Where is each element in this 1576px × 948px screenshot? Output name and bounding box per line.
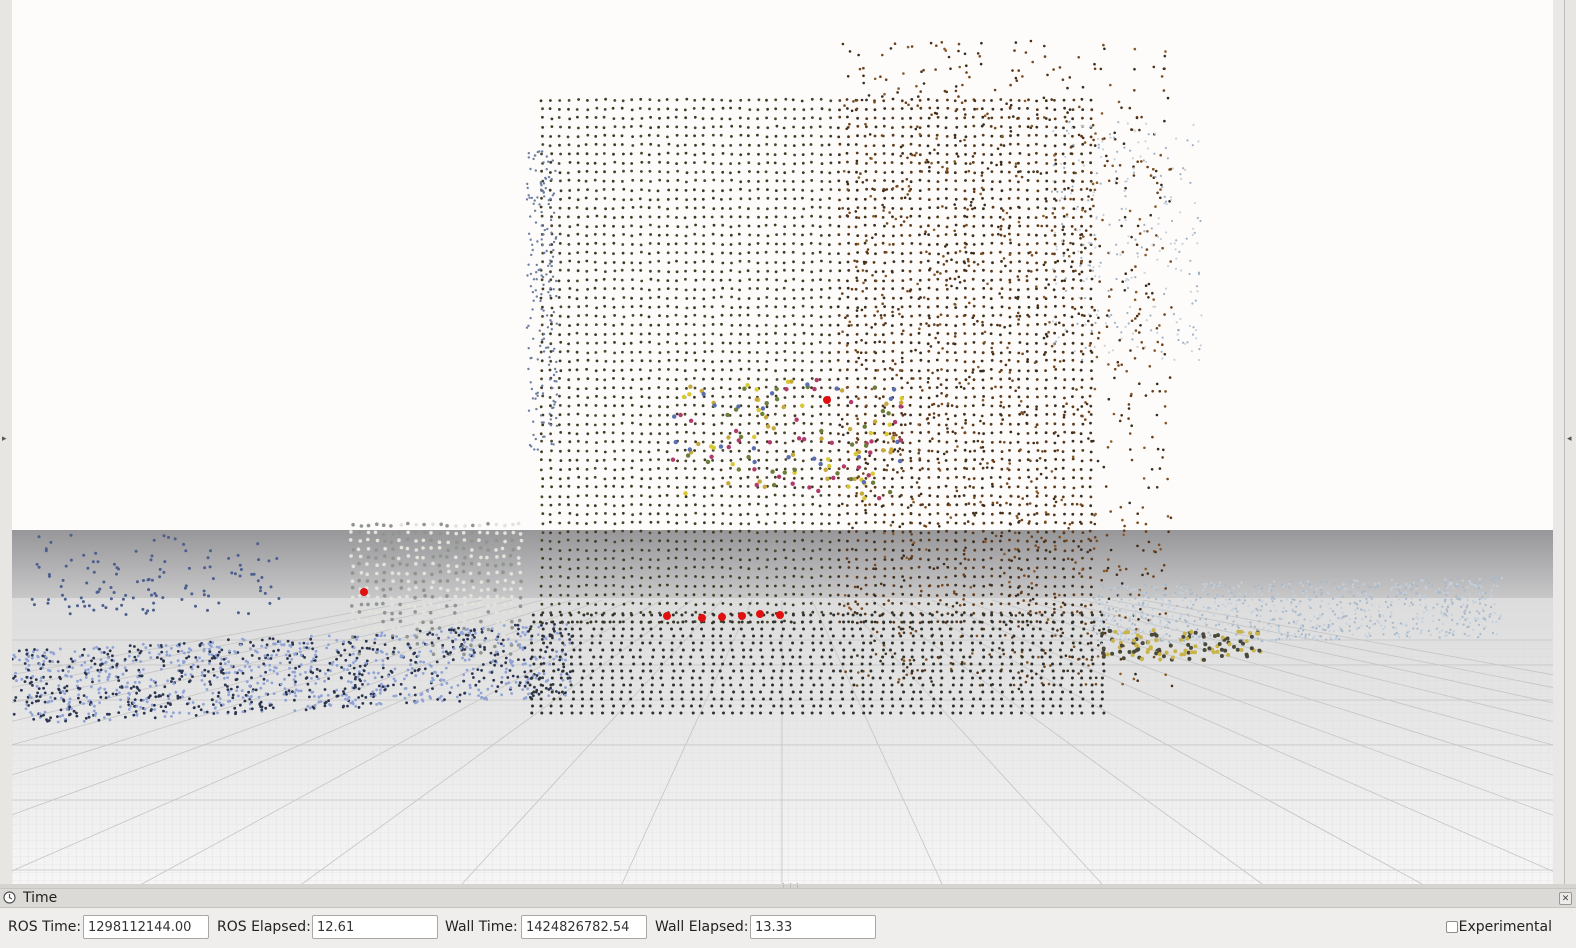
time-panel: Time ✕ ROS Time: ROS Elapsed: Wall Time:… — [0, 888, 1576, 948]
expand-left-arrow-icon: ◂ — [1567, 434, 1572, 444]
right-panel-toggle[interactable]: ◂ — [1564, 0, 1576, 884]
3d-viewport[interactable]: ▸ ◂ — [0, 0, 1576, 886]
floor-grid — [12, 640, 1553, 884]
time-panel-header: Time ✕ — [0, 888, 1576, 908]
clock-icon — [3, 891, 16, 904]
ros-time-field[interactable] — [83, 915, 209, 939]
experimental-label: Experimental — [1458, 919, 1552, 935]
wall-time-label: Wall Time: — [445, 919, 518, 935]
expand-right-arrow-icon: ▸ — [2, 434, 7, 444]
wall-elapsed-label: Wall Elapsed: — [655, 919, 749, 935]
ros-elapsed-label: ROS Elapsed: — [217, 919, 311, 935]
ros-time-label: ROS Time: — [8, 919, 82, 935]
time-panel-title: Time — [23, 890, 58, 906]
wall-time-field[interactable] — [521, 915, 647, 939]
ros-elapsed-field[interactable] — [312, 915, 438, 939]
sky-background — [12, 0, 1553, 530]
wall-elapsed-field[interactable] — [750, 915, 876, 939]
render-area[interactable] — [12, 0, 1553, 884]
close-icon[interactable]: ✕ — [1559, 892, 1572, 905]
experimental-checkbox[interactable] — [1446, 921, 1458, 933]
point-cloud-scene — [12, 0, 1553, 884]
